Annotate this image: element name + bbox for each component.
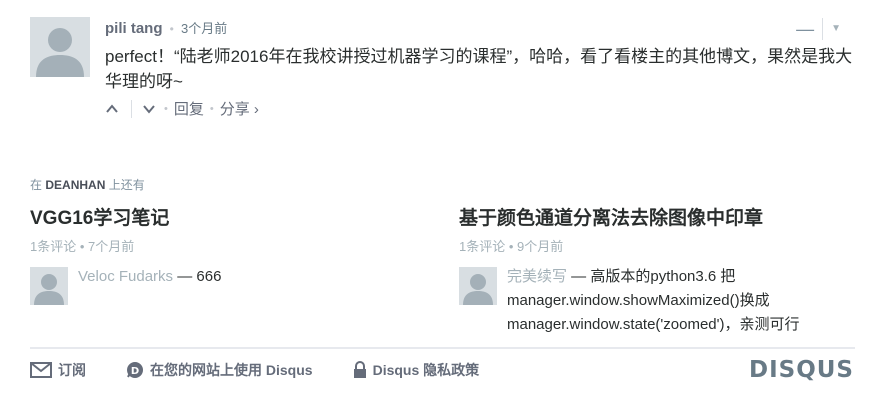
avatar[interactable] [30,17,90,77]
recommendation-title[interactable]: VGG16学习笔记 [30,207,440,231]
separator-dot: • [209,102,214,115]
comment-footer: • 回复 • 分享 › [105,98,259,119]
recommendation-title[interactable]: 基于颜色通道分离法去除图像中印章 [459,207,859,231]
comment-author: Veloc Fudarks [78,268,174,285]
recommendation-card: 基于颜色通道分离法去除图像中印章 1条评论 • 9个月前 完美续写 — 高版本的… [459,207,859,337]
disqus-logo[interactable]: DISQUS [749,357,854,383]
more-on-suffix: 上还有 [108,178,145,192]
recommendation-comment[interactable]: Veloc Fudarks — 666 [30,265,440,305]
comment-excerpt: — 666 [173,268,222,285]
separator-dot: • [169,22,174,36]
envelope-icon [30,362,52,378]
privacy-label: Disqus 隐私政策 [372,362,480,378]
share-link[interactable]: 分享 › [220,98,259,119]
site-name[interactable]: DEANHAN [45,178,105,192]
comment-body: perfect！“陆老师2016年在我校讲授过机器学习的课程”，哈哈，看了看楼主… [105,47,853,91]
reply-link[interactable]: 回复 [174,98,204,119]
more-on-prefix: 在 [30,178,43,192]
footer-divider [30,347,855,349]
comment-header: pili tang • 3个月前 [105,19,227,39]
recommendation-meta[interactable]: 1条评论 • 7个月前 [30,236,440,255]
footer: 订阅 D 在您的网站上使用 Disqus Disqus 隐私政策 [30,360,519,380]
menu-caret-icon[interactable]: ▼ [831,24,841,34]
comment-time[interactable]: 3个月前 [181,21,227,36]
recommendation-meta[interactable]: 1条评论 • 9个月前 [459,236,859,255]
recommendation-comment[interactable]: 完美续写 — 高版本的python3.6 把 manager.window.sh… [459,265,859,337]
upvote-icon[interactable] [105,102,121,116]
avatar [30,267,68,305]
svg-text:D: D [131,366,139,377]
divider [131,99,132,118]
separator-dot: • [164,102,168,115]
divider [822,18,824,40]
add-disqus-label: 在您的网站上使用 Disqus [150,362,313,378]
avatar [459,267,497,305]
subscribe-link[interactable]: 订阅 [30,360,86,380]
disqus-logo-icon: D [127,362,143,378]
more-on-heading: 在 DEANHAN 上还有 [30,176,145,193]
subscribe-label: 订阅 [58,362,86,378]
comment-tools: — ▼ [796,18,841,40]
collapse-button[interactable]: — [796,20,814,38]
privacy-link[interactable]: Disqus 隐私政策 [353,360,480,380]
downvote-icon[interactable] [142,102,158,116]
add-disqus-link[interactable]: D 在您的网站上使用 Disqus [126,360,313,380]
lock-icon [353,361,366,378]
comment-author[interactable]: pili tang [105,20,163,37]
recommendation-card: VGG16学习笔记 1条评论 • 7个月前 Veloc Fudarks — 66… [30,207,440,305]
comment-author: 完美续写 [507,268,568,285]
